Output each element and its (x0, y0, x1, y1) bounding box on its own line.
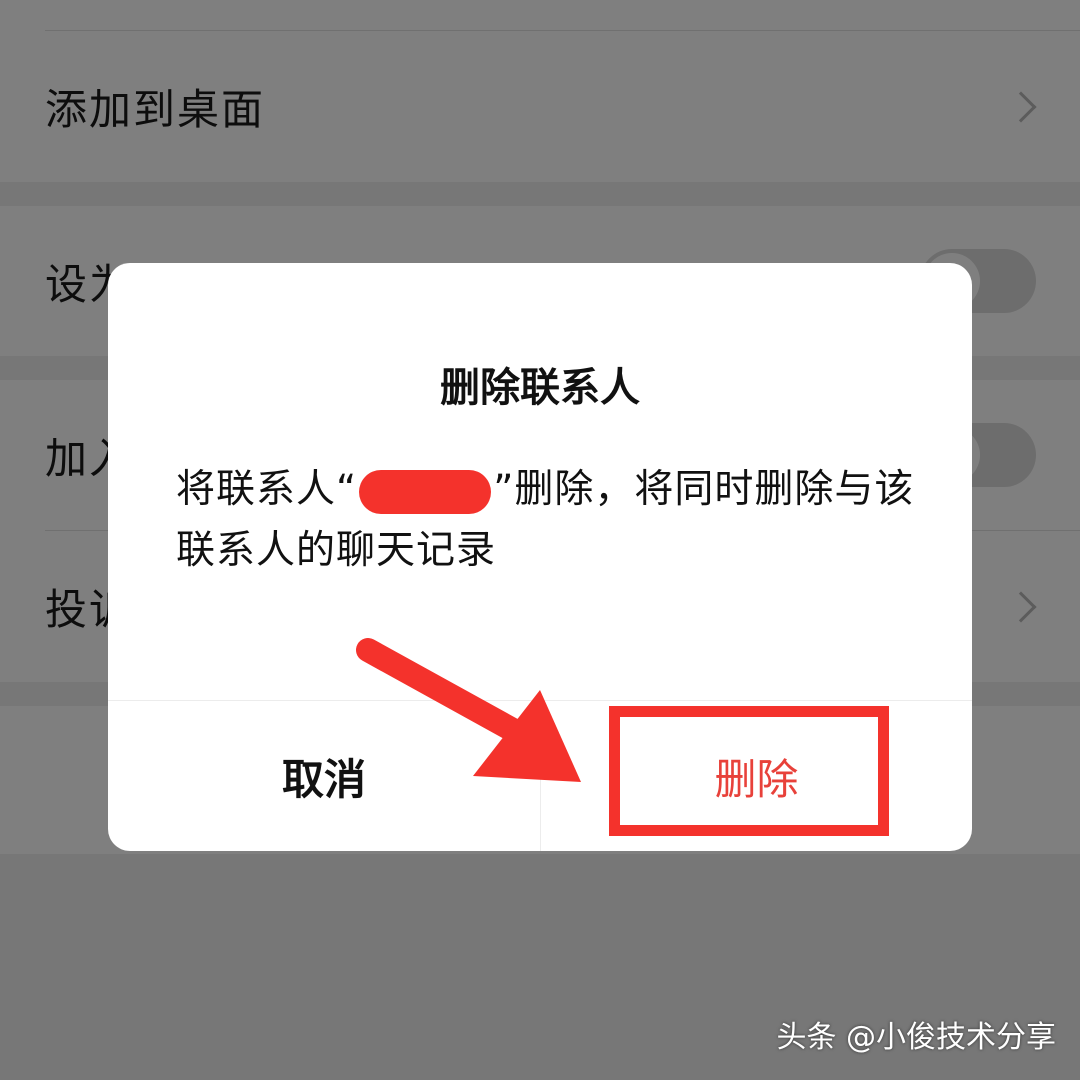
annotation-arrow-icon (356, 638, 581, 782)
watermark: 头条 @小俊技术分享 (776, 1020, 1056, 1055)
annotation-highlight-box (609, 706, 889, 836)
